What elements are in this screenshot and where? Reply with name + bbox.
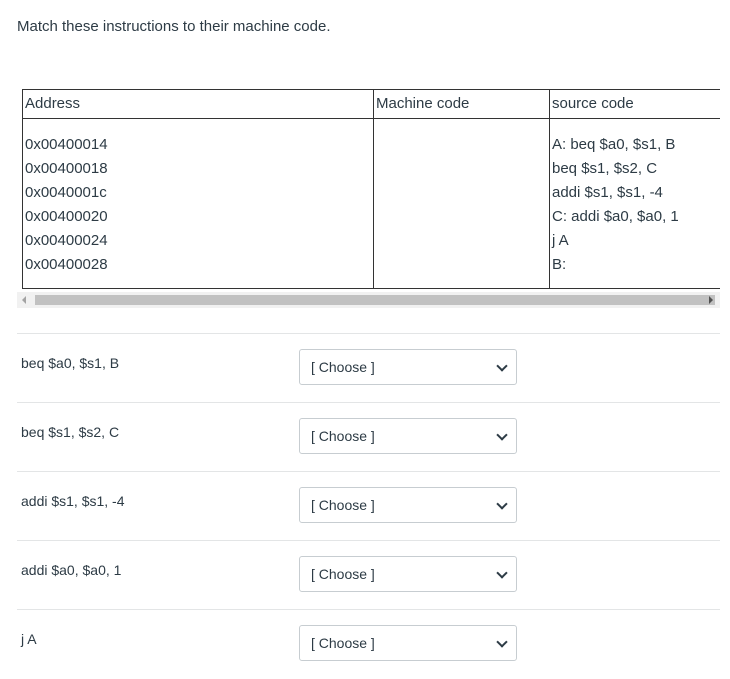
match-select-dropdown[interactable]: [ Choose ] (299, 625, 517, 661)
chevron-down-icon (496, 360, 508, 372)
source-line: j A (552, 232, 569, 249)
address-cell: 0x00400014 0x00400018 0x0040001c 0x00400… (22, 118, 374, 289)
source-line: addi $s1, $s1, -4 (552, 184, 663, 201)
code-table: Address Machine code source code 0x00400… (22, 89, 720, 289)
select-value: [ Choose ] (311, 635, 375, 651)
match-select-dropdown[interactable]: [ Choose ] (299, 556, 517, 592)
header-source-code: source code (549, 89, 720, 119)
scroll-right-arrow-icon[interactable] (709, 296, 713, 304)
header-address: Address (22, 89, 374, 119)
question-text: Match these instructions to their machin… (17, 18, 331, 35)
address-line: 0x00400020 (25, 208, 108, 225)
source-line: beq $s1, $s2, C (552, 160, 658, 177)
chevron-down-icon (496, 429, 508, 441)
chevron-down-icon (496, 498, 508, 510)
header-machine-code: Machine code (373, 89, 550, 119)
match-select-dropdown[interactable]: [ Choose ] (299, 418, 517, 454)
machine-code-cell (373, 118, 550, 289)
scroll-left-arrow-icon[interactable] (22, 296, 26, 304)
match-label: addi $s1, $s1, -4 (21, 493, 125, 509)
scrollbar-thumb[interactable] (35, 295, 715, 305)
address-line: 0x00400028 (25, 256, 108, 273)
chevron-down-icon (496, 636, 508, 648)
select-value: [ Choose ] (311, 566, 375, 582)
select-value: [ Choose ] (311, 428, 375, 444)
match-row: beq $s1, $s2, C [ Choose ] (17, 402, 720, 472)
table-header-row: Address Machine code source code (22, 89, 720, 119)
match-label: beq $s1, $s2, C (21, 424, 120, 440)
source-code-cell: A: beq $a0, $s1, B beq $s1, $s2, C addi … (549, 118, 720, 289)
match-row: j A [ Choose ] (17, 609, 720, 679)
match-row: addi $s1, $s1, -4 [ Choose ] (17, 471, 720, 541)
select-value: [ Choose ] (311, 359, 375, 375)
address-line: 0x00400014 (25, 136, 108, 153)
match-select-dropdown[interactable]: [ Choose ] (299, 487, 517, 523)
table-row: 0x00400014 0x00400018 0x0040001c 0x00400… (22, 118, 720, 289)
match-label: addi $a0, $a0, 1 (21, 562, 122, 578)
match-label: beq $a0, $s1, B (21, 355, 120, 371)
select-value: [ Choose ] (311, 497, 375, 513)
match-select-dropdown[interactable]: [ Choose ] (299, 349, 517, 385)
address-line: 0x0040001c (25, 184, 107, 201)
address-line: 0x00400018 (25, 160, 108, 177)
code-table-container[interactable]: Address Machine code source code 0x00400… (22, 89, 720, 291)
source-line: C: addi $a0, $a0, 1 (552, 208, 679, 225)
address-line: 0x00400024 (25, 232, 108, 249)
horizontal-scrollbar[interactable] (17, 292, 720, 308)
match-label: j A (21, 631, 37, 647)
source-line: B: (552, 256, 567, 273)
match-row: beq $a0, $s1, B [ Choose ] (17, 333, 720, 403)
match-row: addi $a0, $a0, 1 [ Choose ] (17, 540, 720, 610)
source-line: A: beq $a0, $s1, B (552, 136, 676, 153)
chevron-down-icon (496, 567, 508, 579)
